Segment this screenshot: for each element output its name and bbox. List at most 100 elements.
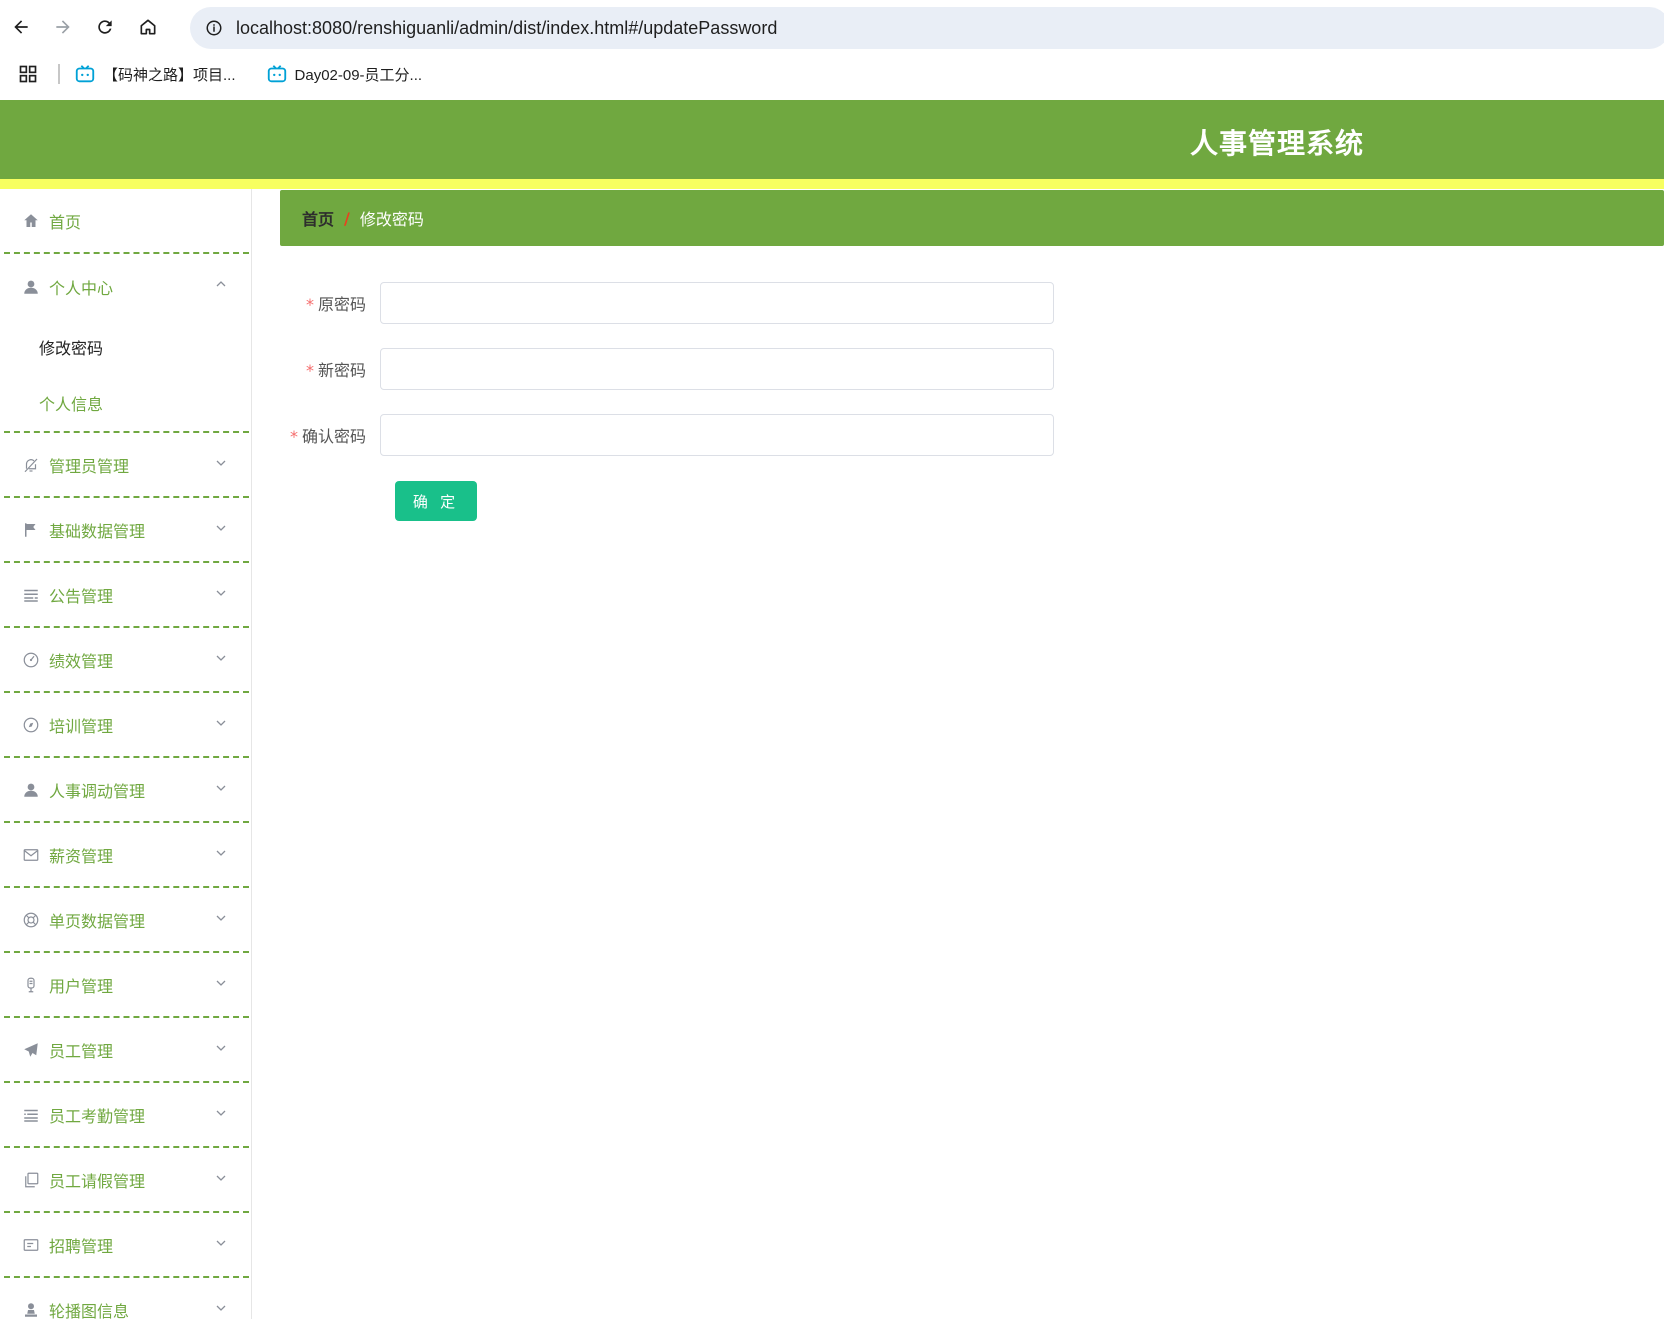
chevron-down-icon: [216, 460, 226, 466]
bookmark-label: Day02-09-员工分...: [294, 66, 423, 84]
sidebar-item-label: 薪资管理: [49, 846, 114, 866]
chevron-down-icon: [216, 1240, 226, 1246]
bilibili-tv-icon: [75, 65, 95, 83]
bookmark-item[interactable]: Day02-09-员工分...: [266, 59, 423, 89]
sidebar-item-label: 单页数据管理: [49, 911, 146, 931]
bookmark-label: 【码神之路】项目...: [103, 66, 236, 84]
old-password-label-text: 原密码: [317, 295, 366, 314]
sidebar-item-label: 员工管理: [49, 1041, 114, 1061]
app-header: 人事管理系统: [0, 100, 1664, 179]
sidebar-item-label: 绩效管理: [49, 651, 114, 671]
list-icon: [21, 585, 41, 605]
lifebuoy-icon: [21, 910, 41, 930]
mail-icon: [21, 845, 41, 865]
gauge-icon: [21, 650, 41, 670]
sidebar-item-salary[interactable]: 薪资管理: [4, 823, 249, 888]
chevron-down-icon: [216, 1305, 226, 1311]
sidebar-item-label: 人事调动管理: [49, 781, 146, 801]
breadcrumb-home[interactable]: 首页: [302, 206, 334, 230]
chevron-down-icon: [216, 1110, 226, 1116]
confirm-button[interactable]: 确 定: [395, 481, 477, 521]
user-icon: [21, 277, 41, 297]
sidebar-item-label: 首页: [49, 212, 82, 232]
apps-grid-icon[interactable]: [12, 58, 44, 90]
sidebar-item-label: 招聘管理: [49, 1236, 114, 1256]
sidebar-item-label: 培训管理: [49, 716, 114, 736]
bookmarks-bar: 【码神之路】项目... Day02-09-员工分...: [0, 56, 1664, 92]
chevron-down-icon: [216, 1175, 226, 1181]
sidebar-item-leave[interactable]: 员工请假管理: [4, 1148, 249, 1213]
chevron-down-icon: [216, 655, 226, 661]
sidebar-item-admin[interactable]: 管理员管理: [4, 433, 249, 498]
bell-off-icon: [21, 455, 41, 475]
sidebar-item-basic-data[interactable]: 基础数据管理: [4, 498, 249, 563]
sidebar-item-home[interactable]: 首页: [4, 189, 249, 254]
old-password-input[interactable]: [380, 282, 1054, 324]
new-password-label: * 新密码: [280, 357, 380, 381]
sidebar-item-personal[interactable]: 个人中心: [4, 254, 249, 319]
sidebar-item-label: 用户管理: [49, 976, 114, 996]
required-mark: *: [305, 295, 314, 314]
required-mark: *: [289, 427, 298, 446]
form-row-old-password: * 原密码: [280, 282, 1080, 324]
send-icon: [21, 1040, 41, 1060]
address-bar[interactable]: localhost:8080/renshiguanli/admin/dist/i…: [190, 7, 1664, 49]
form-row-confirm-password: * 确认密码: [280, 414, 1080, 456]
sidebar-item-attendance[interactable]: 员工考勤管理: [4, 1083, 249, 1148]
arrow-right-icon: [56, 20, 70, 34]
sidebar-item-employees[interactable]: 员工管理: [4, 1018, 249, 1083]
breadcrumb: 首页 / 修改密码: [280, 190, 1664, 246]
sidebar-item-label: 员工请假管理: [49, 1171, 146, 1191]
sidebar-submenu-personal: 个人中心 修改密码 个人信息: [4, 254, 249, 433]
chevron-down-icon: [216, 1045, 226, 1051]
confirm-password-input[interactable]: [380, 414, 1054, 456]
sidebar-item-carousel[interactable]: 轮播图信息: [4, 1278, 249, 1319]
chevron-down-icon: [216, 980, 226, 986]
sidebar: 首页 个人中心 修改密码 个人信息 管理员管理 基础数据管理 公告管理 绩效管理…: [0, 189, 252, 1319]
sidebar-item-label: 员工考勤管理: [49, 1106, 146, 1126]
home-button[interactable]: [133, 12, 163, 42]
card-icon: [21, 1235, 41, 1255]
new-password-input[interactable]: [380, 348, 1054, 390]
back-button[interactable]: [6, 12, 36, 42]
list-icon: [21, 1105, 41, 1125]
sidebar-item-label: 基础数据管理: [49, 521, 146, 541]
chevron-down-icon: [216, 720, 226, 726]
reload-button[interactable]: [90, 12, 120, 42]
sidebar-item-label: 公告管理: [49, 586, 114, 606]
url-text[interactable]: localhost:8080/renshiguanli/admin/dist/i…: [236, 18, 777, 39]
reload-icon: [98, 20, 112, 34]
sidebar-item-notice[interactable]: 公告管理: [4, 563, 249, 628]
sidebar-item-recruit[interactable]: 招聘管理: [4, 1213, 249, 1278]
sidebar-item-users[interactable]: 用户管理: [4, 953, 249, 1018]
chevron-down-icon: [216, 590, 226, 596]
home-icon: [21, 211, 41, 231]
app-title: 人事管理系统: [1190, 127, 1365, 160]
bookmark-separator: [58, 64, 60, 84]
bookmark-item[interactable]: 【码神之路】项目...: [74, 59, 236, 89]
sidebar-item-training[interactable]: 培训管理: [4, 693, 249, 758]
sidebar-item-label: 轮播图信息: [49, 1301, 130, 1319]
required-mark: *: [305, 361, 314, 380]
form-row-new-password: * 新密码: [280, 348, 1080, 390]
chevron-down-icon: [216, 915, 226, 921]
sidebar-item-performance[interactable]: 绩效管理: [4, 628, 249, 693]
arrow-left-icon: [14, 20, 28, 34]
sidebar-subitem-personal-info[interactable]: 个人信息: [4, 375, 249, 431]
chevron-down-icon: [216, 785, 226, 791]
flag-icon: [21, 520, 41, 540]
breadcrumb-separator: /: [344, 208, 350, 228]
sidebar-item-label: 个人中心: [49, 278, 114, 298]
header-accent-strip: [0, 179, 1664, 189]
copy-icon: [21, 1170, 41, 1190]
info-icon[interactable]: [196, 10, 232, 46]
sidebar-item-single-page[interactable]: 单页数据管理: [4, 888, 249, 953]
chevron-down-icon: [216, 850, 226, 856]
new-password-label-text: 新密码: [317, 361, 366, 380]
forward-button[interactable]: [48, 12, 78, 42]
confirm-password-label-text: 确认密码: [301, 427, 366, 446]
breadcrumb-current: 修改密码: [359, 210, 424, 229]
sidebar-item-transfer[interactable]: 人事调动管理: [4, 758, 249, 823]
sidebar-subitem-update-password[interactable]: 修改密码: [4, 319, 249, 375]
sidebar-item-label: 管理员管理: [49, 456, 130, 476]
